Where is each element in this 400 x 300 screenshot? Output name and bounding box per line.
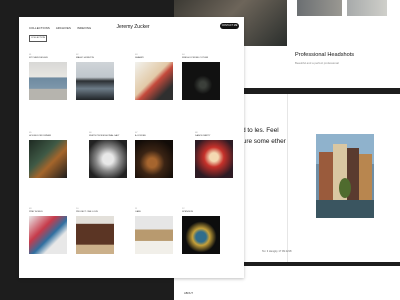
contact-phone: Tel. 3 Hengky 17 99 2218 [262, 250, 292, 253]
item-title: DANCE PARTY [195, 135, 211, 137]
gallery-item[interactable]: 02 MAGIC HORIZON [76, 54, 114, 100]
thumbnail-photo [297, 0, 342, 16]
item-title: KITCHEN DESIGN [29, 57, 48, 59]
nav-collections[interactable]: COLLECTIONS [29, 26, 50, 30]
item-title: CAFE [135, 211, 141, 213]
item-title: HOUSE FOR DINNER [29, 135, 51, 137]
section-subtitle: Beautiful and a perfect professional [295, 61, 339, 65]
gallery-item[interactable]: 05 HOUSE FOR DINNER [29, 132, 67, 178]
divider [287, 94, 288, 262]
gallery-item[interactable]: 01 KITCHEN DESIGN [29, 54, 67, 100]
item-title: MAGIC HORIZON [76, 57, 94, 59]
nav-indexing[interactable]: INDEXING [77, 26, 91, 30]
item-image[interactable] [76, 216, 114, 254]
gallery-item[interactable]: 12 SPENDIVE [182, 208, 220, 254]
item-title: SHABBY [135, 57, 144, 59]
item-title: WHITE PROFESSIONAL SALT [89, 135, 120, 137]
section-title: Professional Headshots [295, 52, 355, 58]
item-image[interactable] [182, 216, 220, 254]
item-image[interactable] [135, 140, 173, 178]
nav-archives[interactable]: ARCHIVES [56, 26, 71, 30]
item-image[interactable] [195, 140, 233, 178]
thumbnail-photo [347, 0, 387, 16]
item-title: FRESH COFFEE CUTLER [182, 57, 209, 59]
gallery-item[interactable]: 08 DANCE PARTY [195, 132, 233, 178]
gallery-item[interactable]: 09 PINK WORLD [29, 208, 67, 254]
contact-button[interactable]: CONTACT ME [220, 23, 239, 29]
item-image[interactable] [135, 216, 173, 254]
item-image[interactable] [89, 140, 127, 178]
about-label[interactable]: ABOUT [184, 292, 193, 295]
top-nav: COLLECTIONS ARCHIVES INDEXING [29, 26, 91, 30]
brand-name[interactable]: Jeremy Zucker [113, 24, 153, 30]
gallery-item[interactable]: 11 CAFE [135, 208, 173, 254]
item-title: PINK WORLD [29, 211, 43, 213]
gallery-item[interactable]: 03 SHABBY [135, 54, 173, 100]
gallery-item[interactable]: 04 FRESH COFFEE CUTLER [182, 54, 220, 100]
main-page: COLLECTIONS ARCHIVES INDEXING Jeremy Zuc… [19, 17, 244, 278]
item-title: PROJECT ONE LOVE [76, 211, 98, 213]
gallery-item[interactable]: 10 PROJECT ONE LOVE [76, 208, 114, 254]
item-image[interactable] [76, 62, 114, 100]
item-image[interactable] [135, 62, 173, 100]
collection-button[interactable]: COLLECTION [29, 35, 47, 42]
gallery-item[interactable]: 07 A COFFEE [135, 132, 173, 178]
featured-photo[interactable] [316, 134, 374, 218]
item-image[interactable] [29, 62, 67, 100]
item-image[interactable] [182, 62, 220, 100]
item-title: A COFFEE [135, 135, 146, 137]
item-title: SPENDIVE [182, 211, 194, 213]
item-image[interactable] [29, 140, 67, 178]
item-image[interactable] [29, 216, 67, 254]
gallery-item[interactable]: 06 WHITE PROFESSIONAL SALT [89, 132, 127, 178]
